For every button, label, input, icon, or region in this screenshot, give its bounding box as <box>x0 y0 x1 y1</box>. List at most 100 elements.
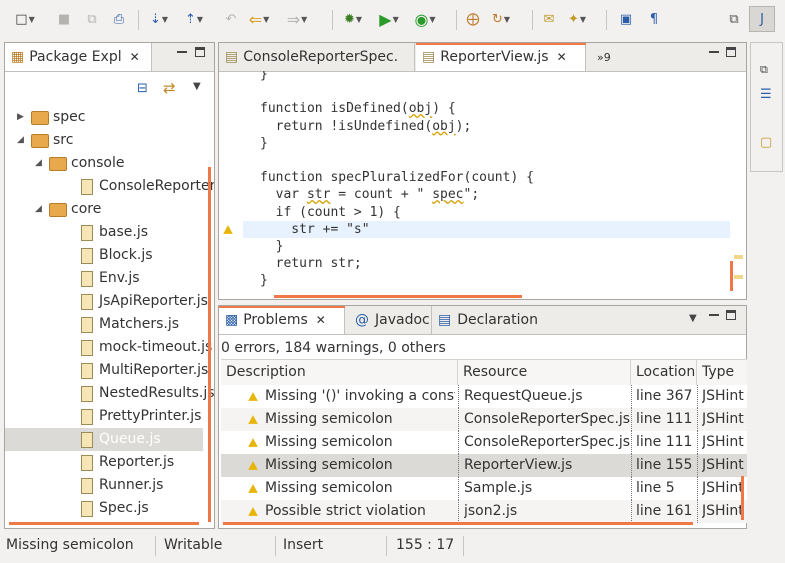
view-menu-icon[interactable]: ▼ <box>689 313 697 324</box>
tree-file-item[interactable]: PrettyPrinter.js <box>5 405 203 428</box>
tree-file-item[interactable]: Block.js <box>5 244 203 267</box>
tree-scrollbar[interactable] <box>208 167 211 522</box>
code-line[interactable]: if (count > 1) { <box>260 204 401 221</box>
tree-file-item[interactable]: base.js <box>5 221 203 244</box>
minimize-icon[interactable] <box>709 314 719 316</box>
expanded-arrow-icon[interactable]: ◢ <box>17 129 24 152</box>
maximize-icon[interactable] <box>726 310 736 320</box>
tree-file-item[interactable]: Reporter.js <box>5 451 203 474</box>
column-resource[interactable]: Resource <box>458 360 631 385</box>
warning-icon[interactable] <box>223 224 233 234</box>
tab-package-explorer[interactable]: ▦ Package Expl ✕ <box>5 43 152 71</box>
code-line[interactable]: function isDefined(obj) { <box>260 100 456 117</box>
maximize-icon[interactable] <box>726 47 736 57</box>
search-icon[interactable]: ✦ ▼ <box>568 10 586 28</box>
tab-reporter-view[interactable]: ▤ ReporterView.js ✕ <box>416 43 586 71</box>
table-row[interactable]: Missing semicolon ReporterView.js line 155… <box>221 454 747 477</box>
collapse-all-icon[interactable]: ⊟ <box>137 81 148 96</box>
show-whitespace-icon[interactable]: ¶ <box>645 10 663 28</box>
overview-ruler-mark[interactable] <box>734 275 743 279</box>
last-edit-icon[interactable]: ↶ <box>222 10 240 28</box>
new-package-icon[interactable]: ⨁ <box>464 10 482 28</box>
refresh-icon[interactable]: ↻ ▼ <box>492 10 510 28</box>
overview-ruler-mark[interactable] <box>734 255 743 259</box>
table-row[interactable]: Missing semicolon Sample.js line 5 JSHint <box>221 477 747 500</box>
collapsed-arrow-icon[interactable]: ▶ <box>17 106 24 129</box>
table-row[interactable]: Missing semicolon ConsoleReporterSpec.js l… <box>221 431 747 454</box>
code-editor[interactable]: } function isDefined(obj) { return !isUnd… <box>219 71 746 299</box>
column-description[interactable]: Description <box>221 360 458 385</box>
open-perspective-icon[interactable]: ⧉ <box>725 10 743 28</box>
column-divider <box>631 477 633 500</box>
code-line[interactable]: } <box>260 272 268 289</box>
table-row[interactable]: Missing '()' invoking a constructor Reque… <box>221 385 747 408</box>
minimize-icon[interactable] <box>177 51 187 53</box>
tree-file-item[interactable]: mock-timeout.js <box>5 336 212 359</box>
tree-h-scrollbar[interactable] <box>9 522 199 525</box>
back-icon[interactable]: ⇐ ▼ <box>249 10 270 29</box>
tab-declaration[interactable]: ▤ Declaration <box>431 306 538 334</box>
table-row[interactable]: Possible strict violation json2.js line 16… <box>221 500 747 523</box>
column-divider <box>458 454 460 477</box>
close-icon[interactable]: ✕ <box>130 50 140 64</box>
code-line[interactable]: function specPluralizedFor(count) { <box>260 169 534 186</box>
tree-file-item[interactable]: JsApiReporter.js <box>5 290 208 313</box>
restore-icon[interactable]: ⧉ <box>760 63 768 77</box>
code-line[interactable]: } <box>260 71 268 83</box>
code-line[interactable]: return str; <box>260 255 362 272</box>
editor-scrollbar[interactable] <box>730 261 733 291</box>
editor-h-scrollbar[interactable] <box>274 295 522 298</box>
right-trim-stack: ⧉ ☰ ▢ <box>750 42 783 172</box>
new-icon[interactable]: □ ▼ <box>15 10 34 28</box>
prev-annotation-icon[interactable]: ⇡ ▼ <box>185 10 203 28</box>
tree-file-item[interactable]: Spec.js <box>5 497 203 520</box>
column-divider <box>458 477 460 500</box>
outline-icon[interactable]: ☰ <box>760 87 772 102</box>
tree-file-item[interactable]: ConsoleReporter.js <box>5 175 214 198</box>
tab-problems[interactable]: ▩ Problems ✕ <box>219 306 345 334</box>
task-list-icon[interactable]: ▢ <box>760 135 772 150</box>
tab-console-reporter-spec[interactable]: ▤ ConsoleReporterSpec. <box>219 43 415 71</box>
problems-scrollbar[interactable] <box>741 476 744 520</box>
link-with-editor-icon[interactable]: ⇄ <box>163 79 176 97</box>
toggle-view-icon[interactable]: ▣ <box>617 10 635 28</box>
debug-icon[interactable]: ✹ ▼ <box>344 10 362 28</box>
column-type[interactable]: Type <box>697 360 747 385</box>
run-external-icon[interactable]: ◉ ▼ <box>414 10 435 29</box>
expanded-arrow-icon[interactable]: ◢ <box>35 198 42 221</box>
code-line[interactable]: } <box>260 135 268 152</box>
next-annotation-icon[interactable]: ⇣ ▼ <box>150 10 168 28</box>
tree-file-item[interactable]: Queue.js <box>5 428 203 451</box>
expanded-arrow-icon[interactable]: ◢ <box>35 152 42 175</box>
table-row[interactable]: Missing semicolon ConsoleReporterSpec.js l… <box>221 408 747 431</box>
tree-folder-item[interactable]: ▶ spec <box>5 106 203 129</box>
column-location[interactable]: Location <box>631 360 697 385</box>
tree-folder-item[interactable]: ◢ core <box>5 198 203 221</box>
forward-icon[interactable]: ⇒ ▼ <box>287 10 308 29</box>
tab-javadoc[interactable]: @ Javadoc <box>349 306 430 334</box>
code-line[interactable]: return !isUndefined(obj); <box>260 118 472 135</box>
run-icon[interactable]: ▶ ▼ <box>379 10 398 29</box>
tree-file-item[interactable]: NestedResults.js <box>5 382 214 405</box>
tree-folder-item[interactable]: ◢ console <box>5 152 203 175</box>
tree-file-item[interactable]: Runner.js <box>5 474 203 497</box>
tree-folder-item[interactable]: ◢ src <box>5 129 203 152</box>
maximize-icon[interactable] <box>195 47 205 57</box>
view-menu-icon[interactable]: ▼ <box>193 81 201 92</box>
open-type-icon[interactable]: ✉ <box>540 10 558 28</box>
close-icon[interactable]: ✕ <box>557 50 567 64</box>
minimize-icon[interactable] <box>709 51 719 53</box>
save-icon[interactable]: ■ <box>55 10 73 28</box>
tree-file-item[interactable]: MultiReporter.js <box>5 359 208 382</box>
js-perspective-icon[interactable]: J <box>749 6 775 32</box>
tree-file-item[interactable]: Env.js <box>5 267 203 290</box>
code-line[interactable]: var str = count + " spec"; <box>260 186 480 203</box>
tree-file-item[interactable]: Matchers.js <box>5 313 203 336</box>
tab-overflow[interactable]: »9 <box>597 43 611 71</box>
code-line[interactable]: str += "s" <box>260 221 369 238</box>
code-line[interactable]: } <box>260 238 284 255</box>
close-icon[interactable]: ✕ <box>316 313 326 327</box>
problems-h-scrollbar[interactable] <box>223 522 693 525</box>
print-icon[interactable]: ⎙ <box>110 10 128 28</box>
save-all-icon[interactable]: ⧉ <box>83 10 101 28</box>
